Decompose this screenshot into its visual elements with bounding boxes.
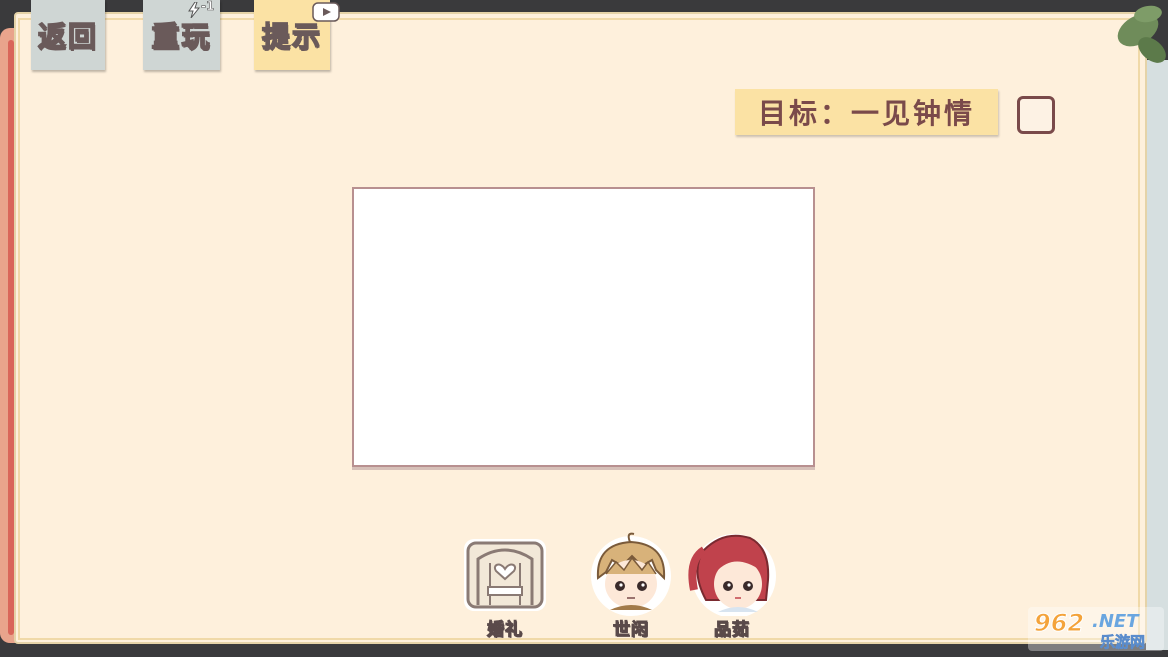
wedding-label: 婚礼	[487, 620, 523, 641]
notebook-edge-right	[1146, 60, 1168, 650]
back-button[interactable]: 返回	[31, 0, 105, 70]
plant-leaves-icon	[1117, 5, 1166, 63]
scene-card[interactable]	[352, 187, 815, 467]
replay-label: 重玩	[151, 19, 212, 54]
site-watermark: 962 .NET 乐游网	[1028, 607, 1164, 651]
girl-character-icon	[688, 534, 776, 616]
video-ad-icon	[312, 2, 340, 22]
boy-character-icon	[591, 532, 671, 616]
girl-character-label: 品茹	[714, 620, 750, 641]
watermark-number: 962	[1033, 609, 1085, 638]
hint-button[interactable]: 提示	[254, 0, 340, 70]
girl-character-item[interactable]: 品茹	[682, 530, 782, 641]
wedding-item[interactable]: 婚礼	[458, 535, 552, 641]
watermark-site-name: 乐游网	[1100, 633, 1146, 652]
lightning-icon	[188, 2, 201, 18]
goal-text: 目标：一见钟情	[757, 97, 975, 130]
watermark-suffix: .NET	[1092, 611, 1139, 632]
boy-character-item[interactable]: 世闲	[584, 530, 678, 641]
goal-banner: 目标：一见钟情	[735, 89, 998, 135]
replay-button[interactable]: -1 重玩	[143, 0, 220, 70]
boy-character-label: 世闲	[613, 620, 649, 641]
goal-checkbox	[1017, 96, 1055, 134]
back-label: 返回	[37, 19, 98, 54]
wedding-chapel-icon	[464, 539, 546, 611]
replay-cost-badge: -1	[201, 0, 215, 13]
